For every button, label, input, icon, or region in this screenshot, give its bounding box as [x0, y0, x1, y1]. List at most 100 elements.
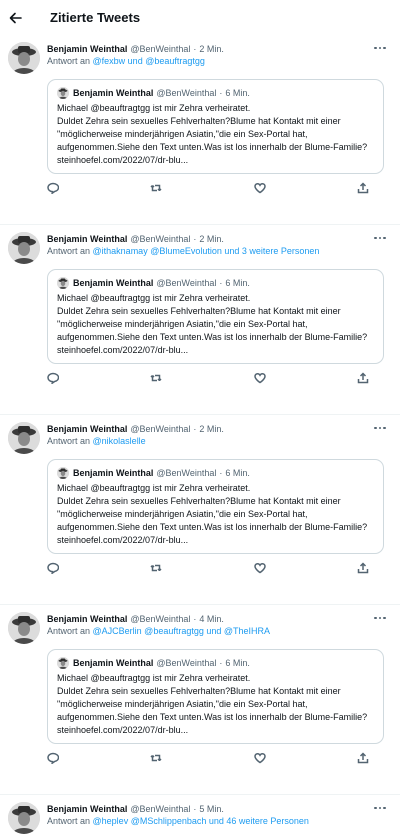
retweet-icon[interactable]: [149, 371, 163, 385]
quoted-link[interactable]: steinhoefel.com/2022/07/dr-blu...: [57, 724, 375, 737]
reply-targets-link[interactable]: @nikolaslelle: [93, 436, 146, 446]
reply-icon[interactable]: [46, 561, 60, 575]
reply-icon[interactable]: [46, 181, 60, 195]
timestamp[interactable]: 4 Min.: [199, 614, 224, 624]
separator-dot: ·: [193, 613, 197, 624]
quoted-tweet[interactable]: Benjamin Weinthal @BenWeinthal · 6 Min. …: [47, 269, 384, 364]
timestamp[interactable]: 2 Min.: [199, 44, 224, 54]
author-handle[interactable]: @BenWeinthal: [130, 804, 190, 814]
retweet-icon[interactable]: [149, 561, 163, 575]
share-icon[interactable]: [356, 371, 370, 385]
more-dots-icon[interactable]: [372, 613, 388, 623]
more-dots-icon[interactable]: [372, 233, 388, 243]
quoted-tweet-meta: Benjamin Weinthal @BenWeinthal · 6 Min.: [57, 276, 375, 290]
heart-icon[interactable]: [253, 561, 267, 575]
more-dots-icon[interactable]: [372, 803, 388, 813]
quoted-avatar: [57, 87, 69, 99]
author-name[interactable]: Benjamin Weinthal: [47, 804, 127, 814]
reply-context: Antwort an @heplev @MSchlippenbach und 4…: [47, 815, 390, 828]
quoted-timestamp: 6 Min.: [225, 278, 250, 288]
quoted-author-name: Benjamin Weinthal: [73, 468, 154, 478]
share-icon[interactable]: [356, 181, 370, 195]
quoted-timestamp: 6 Min.: [225, 468, 250, 478]
author-name[interactable]: Benjamin Weinthal: [47, 234, 127, 244]
avatar[interactable]: [8, 802, 40, 834]
quoted-avatar: [57, 277, 69, 289]
reply-targets-link[interactable]: @fexbw und @beauftragtgg: [93, 56, 205, 66]
author-handle[interactable]: @BenWeinthal: [130, 614, 190, 624]
quoted-tweet[interactable]: Benjamin Weinthal @BenWeinthal · 6 Min. …: [47, 79, 384, 174]
avatar[interactable]: [8, 42, 40, 74]
share-icon[interactable]: [356, 561, 370, 575]
quoted-text-line: Michael @beauftragtgg ist mir Zehra verh…: [57, 103, 251, 113]
separator-dot: ·: [193, 43, 197, 54]
quoted-tweet-meta: Benjamin Weinthal @BenWeinthal · 6 Min.: [57, 466, 375, 480]
quoted-author-name: Benjamin Weinthal: [73, 658, 154, 668]
separator-dot: ·: [219, 658, 223, 668]
quoted-text-line: Michael @beauftragtgg ist mir Zehra verh…: [57, 293, 251, 303]
quoted-avatar: [57, 467, 69, 479]
quoted-link[interactable]: steinhoefel.com/2022/07/dr-blu...: [57, 154, 375, 167]
tweet-item[interactable]: Benjamin Weinthal @BenWeinthal · 5 Min. …: [0, 795, 400, 834]
timestamp[interactable]: 2 Min.: [199, 424, 224, 434]
author-name[interactable]: Benjamin Weinthal: [47, 44, 127, 54]
quoted-timestamp: 6 Min.: [225, 88, 250, 98]
back-arrow-icon[interactable]: [8, 11, 22, 25]
reply-icon[interactable]: [46, 371, 60, 385]
heart-icon[interactable]: [253, 181, 267, 195]
more-dots-icon[interactable]: [372, 43, 388, 53]
reply-prefix: Antwort an: [47, 56, 93, 66]
reply-context: Antwort an @fexbw und @beauftragtgg: [47, 55, 390, 68]
reply-prefix: Antwort an: [47, 436, 93, 446]
author-name[interactable]: Benjamin Weinthal: [47, 614, 127, 624]
quoted-author-handle: @BenWeinthal: [156, 468, 217, 478]
tweet-meta: Benjamin Weinthal @BenWeinthal · 2 Min.: [47, 232, 390, 245]
reply-icon[interactable]: [46, 751, 60, 765]
reply-targets-link[interactable]: @heplev @MSchlippenbach und 46 weitere P…: [93, 816, 309, 826]
separator-dot: ·: [219, 88, 223, 98]
reply-targets-link[interactable]: @ithaknamay @BlumeEvolution und 3 weiter…: [93, 246, 320, 256]
tweet-item[interactable]: Benjamin Weinthal @BenWeinthal · 2 Min. …: [0, 35, 400, 225]
quoted-tweet-meta: Benjamin Weinthal @BenWeinthal · 6 Min.: [57, 86, 375, 100]
reply-prefix: Antwort an: [47, 246, 93, 256]
timestamp[interactable]: 2 Min.: [199, 234, 224, 244]
page-title: Zitierte Tweets: [50, 10, 141, 25]
separator-dot: ·: [219, 278, 223, 288]
quoted-tweet-text: Michael @beauftragtgg ist mir Zehra verh…: [57, 482, 375, 547]
share-icon[interactable]: [356, 751, 370, 765]
quoted-tweet-text: Michael @beauftragtgg ist mir Zehra verh…: [57, 672, 375, 737]
quoted-author-handle: @BenWeinthal: [156, 278, 217, 288]
reply-context: Antwort an @ithaknamay @BlumeEvolution u…: [47, 245, 390, 258]
more-dots-icon[interactable]: [372, 423, 388, 433]
quoted-text-line: Duldet Zehra sein sexuelles Fehlverhalte…: [57, 116, 368, 152]
avatar[interactable]: [8, 612, 40, 644]
reply-prefix: Antwort an: [47, 626, 93, 636]
quoted-tweet-meta: Benjamin Weinthal @BenWeinthal · 6 Min.: [57, 656, 375, 670]
quoted-text-line: Michael @beauftragtgg ist mir Zehra verh…: [57, 673, 251, 683]
quoted-author-handle: @BenWeinthal: [156, 658, 217, 668]
quoted-author-name: Benjamin Weinthal: [73, 278, 154, 288]
retweet-icon[interactable]: [149, 751, 163, 765]
author-handle[interactable]: @BenWeinthal: [130, 234, 190, 244]
tweet-item[interactable]: Benjamin Weinthal @BenWeinthal · 2 Min. …: [0, 225, 400, 415]
tweet-item[interactable]: Benjamin Weinthal @BenWeinthal · 2 Min. …: [0, 415, 400, 605]
retweet-icon[interactable]: [149, 181, 163, 195]
timestamp[interactable]: 5 Min.: [199, 804, 224, 814]
quoted-tweet[interactable]: Benjamin Weinthal @BenWeinthal · 6 Min. …: [47, 649, 384, 744]
reply-targets-link[interactable]: @AJCBerlin @beauftragtgg und @TheIHRA: [93, 626, 271, 636]
tweet-item[interactable]: Benjamin Weinthal @BenWeinthal · 4 Min. …: [0, 605, 400, 795]
quoted-tweet-text: Michael @beauftragtgg ist mir Zehra verh…: [57, 102, 375, 167]
reply-context: Antwort an @AJCBerlin @beauftragtgg und …: [47, 625, 390, 638]
avatar[interactable]: [8, 232, 40, 264]
heart-icon[interactable]: [253, 371, 267, 385]
quoted-tweet[interactable]: Benjamin Weinthal @BenWeinthal · 6 Min. …: [47, 459, 384, 554]
tweet-actions: [46, 364, 390, 392]
author-handle[interactable]: @BenWeinthal: [130, 424, 190, 434]
tweet-actions: [46, 174, 390, 202]
author-handle[interactable]: @BenWeinthal: [130, 44, 190, 54]
quoted-link[interactable]: steinhoefel.com/2022/07/dr-blu...: [57, 534, 375, 547]
avatar[interactable]: [8, 422, 40, 454]
heart-icon[interactable]: [253, 751, 267, 765]
author-name[interactable]: Benjamin Weinthal: [47, 424, 127, 434]
quoted-link[interactable]: steinhoefel.com/2022/07/dr-blu...: [57, 344, 375, 357]
